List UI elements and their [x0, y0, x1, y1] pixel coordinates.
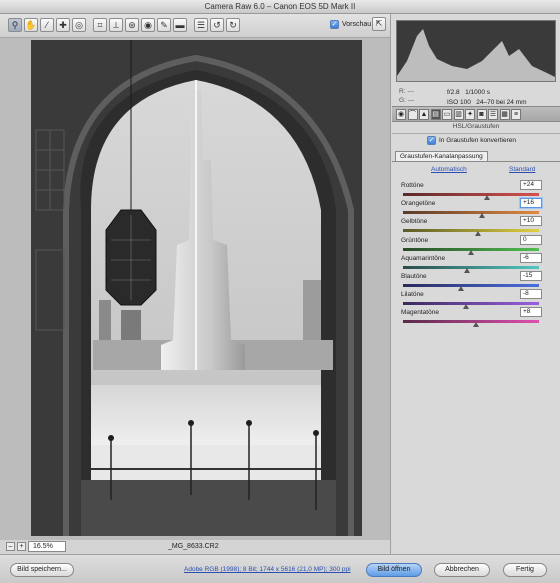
auto-link[interactable]: Automatisch — [431, 166, 467, 173]
slider-label: Grüntöne — [401, 236, 429, 244]
preview-image[interactable] — [31, 40, 362, 536]
preview-label: Vorschau — [342, 21, 372, 28]
slider-thumb[interactable] — [473, 322, 480, 328]
zoom-level-value: 16.5% — [33, 543, 53, 550]
graduated-filter-tool-icon[interactable]: ▬ — [173, 18, 187, 32]
preview-checkbox[interactable]: ✓ — [330, 20, 339, 29]
slider-track[interactable] — [403, 320, 539, 324]
slider-track[interactable] — [403, 302, 539, 306]
hsl-tab-icon[interactable]: ▤ — [430, 108, 441, 120]
done-button[interactable]: Fertig — [503, 563, 547, 577]
slider-label: Aquamarintöne — [401, 254, 446, 262]
tone-curve-tab-icon[interactable]: ⌒ — [407, 108, 418, 120]
rotate-right-tool-icon[interactable]: ↻ — [226, 18, 240, 32]
slider-value-field[interactable]: +16 — [520, 198, 542, 209]
slider-label: Lilatöne — [401, 291, 424, 299]
hand-tool-icon[interactable]: ✋ — [24, 18, 38, 32]
fullscreen-icon[interactable]: ⇱ — [372, 17, 386, 31]
slider-label: Blautöne — [401, 273, 427, 280]
r-value: --- — [407, 88, 414, 95]
slider-track[interactable] — [403, 284, 539, 287]
save-image-button[interactable]: Bild speichern... — [10, 563, 74, 577]
slider-label: Gelbtöne — [401, 218, 428, 226]
r-label: R: — [399, 88, 406, 95]
slider-value-field[interactable]: -6 — [520, 252, 542, 263]
zoom-out-button[interactable]: – — [6, 542, 15, 551]
rotate-left-tool-icon[interactable]: ↺ — [210, 18, 224, 32]
snapshots-tab-icon[interactable]: ▦ — [499, 108, 510, 120]
slider-value-field[interactable]: +24 — [520, 180, 542, 190]
slider-label: Magentatöne — [401, 309, 439, 317]
slider-label: Orangetöne — [401, 200, 436, 208]
white-balance-tool-icon[interactable]: ⁄ — [40, 18, 54, 32]
basic-tab-icon[interactable]: ◉ — [396, 108, 406, 120]
adjustment-panel: R: --- G: --- B: --- f/2.8 1/1000 s ISO … — [390, 14, 560, 554]
grayscale-toggle[interactable]: ✓ In Graustufen konvertieren — [427, 136, 516, 145]
aperture: f/2.8 — [447, 89, 460, 96]
lens-info: 24–70 bei 24 mm — [476, 99, 527, 106]
window-title-bar: Camera Raw 6.0 – Canon EOS 5D Mark II — [0, 0, 560, 14]
slider-value-field[interactable]: +8 — [520, 307, 542, 318]
slider-track[interactable] — [403, 229, 539, 233]
panel-menu-icon[interactable]: ≡ — [511, 108, 521, 120]
photo-illustration — [31, 40, 362, 536]
slider-magenta: Magentatöne +8 — [401, 307, 551, 328]
preferences-tool-icon[interactable]: ☰ — [194, 18, 208, 32]
lens-corrections-tab-icon[interactable]: ▥ — [453, 108, 464, 120]
histogram-graph — [397, 29, 555, 81]
preview-area — [0, 38, 390, 540]
effects-tab-icon[interactable]: ✦ — [465, 108, 475, 120]
tool-group: ⚲ ✋ ⁄ ✚ ◎ ⌗ ⟂ ⊛ ◉ ✎ ▬ ☰ ↺ ↻ — [8, 18, 242, 34]
zoom-in-button[interactable]: + — [17, 542, 26, 551]
presets-tab-icon[interactable]: ☰ — [488, 108, 498, 120]
shutter-speed: 1/1000 s — [465, 89, 491, 96]
split-toning-tab-icon[interactable]: ▭ — [442, 108, 452, 120]
adjustment-brush-tool-icon[interactable]: ✎ — [157, 18, 171, 32]
slider-value-field[interactable]: +10 — [520, 216, 542, 227]
slider-label: Rottöne — [401, 182, 424, 189]
crop-tool-icon[interactable]: ⌗ — [93, 18, 107, 32]
detail-tab-icon[interactable]: ▲ — [419, 108, 429, 120]
red-eye-tool-icon[interactable]: ◉ — [141, 18, 155, 32]
cancel-button[interactable]: Abbrechen — [434, 563, 490, 577]
targeted-adjustment-tool-icon[interactable]: ◎ — [72, 18, 86, 32]
camera-calibration-tab-icon[interactable]: ◙ — [476, 108, 487, 120]
g-value: --- — [407, 97, 415, 104]
zoom-status-row: – + 16.5% _MG_8633.CR2 — [0, 540, 390, 554]
spot-removal-tool-icon[interactable]: ⊛ — [125, 18, 139, 32]
panel-tabs: ◉ ⌒ ▲ ▤ ▭ ▥ ✦ ◙ ☰ ▦ ≡ — [392, 106, 560, 122]
zoom-tool-icon[interactable]: ⚲ — [8, 18, 22, 32]
slider-value-field[interactable]: -15 — [520, 271, 542, 281]
window-title: Camera Raw 6.0 – Canon EOS 5D Mark II — [204, 2, 356, 11]
slider-value-field[interactable]: -8 — [520, 289, 542, 300]
bottom-bar: Bild speichern... Adobe RGB (1998); 8 Bi… — [0, 554, 560, 583]
file-name: _MG_8633.CR2 — [168, 543, 219, 550]
color-sampler-tool-icon[interactable]: ✚ — [56, 18, 70, 32]
iso: ISO 100 — [447, 99, 471, 106]
panel-title: HSL/Graustufen — [392, 123, 560, 134]
subtab-divider — [392, 161, 560, 162]
grayscale-label: In Graustufen konvertieren — [439, 137, 516, 144]
preview-toggle[interactable]: ✓ Vorschau — [330, 20, 371, 29]
slider-track[interactable] — [403, 211, 539, 215]
zoom-level-select[interactable]: 16.5% — [28, 541, 66, 552]
exposure-info: f/2.8 1/1000 s ISO 100 24–70 bei 24 mm — [447, 88, 527, 108]
open-image-button[interactable]: Bild öffnen — [366, 563, 422, 577]
slider-track[interactable] — [403, 265, 539, 269]
workflow-options-link[interactable]: Adobe RGB (1998); 8 Bit; 1744 x 5616 (21… — [184, 566, 351, 573]
slider-track[interactable] — [403, 193, 539, 196]
g-label: G: — [399, 97, 406, 104]
default-link[interactable]: Standard — [509, 166, 535, 173]
histogram — [396, 20, 556, 82]
straighten-tool-icon[interactable]: ⟂ — [109, 18, 123, 32]
slider-value-field[interactable]: 0 — [520, 234, 542, 245]
grayscale-checkbox[interactable]: ✓ — [427, 136, 436, 145]
